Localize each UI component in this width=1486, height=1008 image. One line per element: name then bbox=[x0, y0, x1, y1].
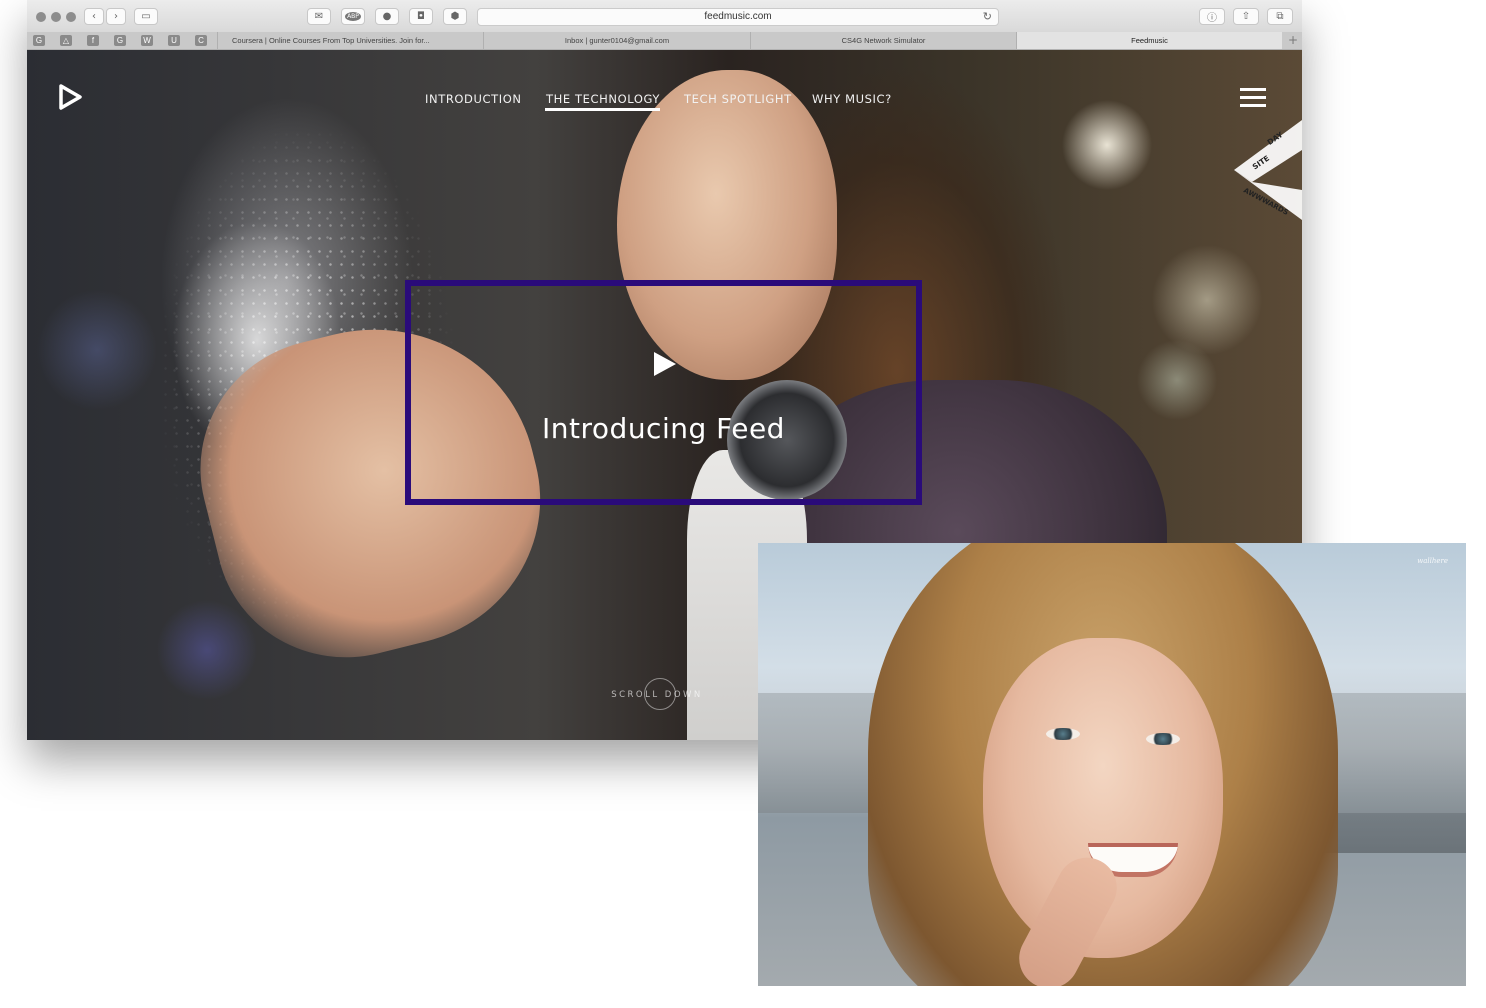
pocket-icon: ◘ bbox=[417, 11, 425, 22]
reload-icon[interactable]: ↻ bbox=[983, 10, 992, 23]
photo-watermark: wallhere bbox=[1417, 557, 1448, 565]
back-button[interactable]: ‹ bbox=[84, 8, 104, 25]
pinned-tab-c[interactable]: C bbox=[195, 35, 207, 46]
nav-why-music[interactable]: WHY MUSIC? bbox=[812, 92, 892, 106]
video-highlight-box bbox=[405, 280, 922, 505]
close-window-button[interactable] bbox=[36, 12, 46, 22]
pinned-tab-u[interactable]: U bbox=[168, 35, 180, 46]
info-button[interactable]: ⓘ bbox=[1199, 8, 1225, 25]
tab-cs4g[interactable]: CS4G Network Simulator bbox=[750, 32, 1016, 49]
pinned-tab-drive[interactable]: △ bbox=[60, 35, 72, 46]
new-tab-button[interactable]: + bbox=[1288, 32, 1298, 49]
forward-button[interactable]: › bbox=[106, 8, 126, 25]
nav-the-technology[interactable]: THE TECHNOLOGY bbox=[546, 92, 660, 106]
chevron-left-icon: ‹ bbox=[92, 11, 96, 22]
ghostery-extension-button[interactable]: ● bbox=[375, 8, 399, 25]
share-icon: ⇧ bbox=[1241, 11, 1251, 22]
tabs-overview-button[interactable]: ⧉ bbox=[1267, 8, 1293, 25]
chevron-right-icon: › bbox=[114, 11, 118, 22]
tabs-icon: ⧉ bbox=[1276, 11, 1284, 22]
pinned-tab-facebook[interactable]: f bbox=[87, 35, 99, 46]
abp-extension-button[interactable]: ABP bbox=[341, 8, 365, 25]
tab-feedmusic[interactable]: Feedmusic bbox=[1016, 32, 1282, 49]
minimize-window-button[interactable] bbox=[51, 12, 61, 22]
extension-icon: ⬢ bbox=[450, 11, 460, 22]
main-nav: INTRODUCTION THE TECHNOLOGY TECH SPOTLIG… bbox=[27, 92, 1302, 112]
pinned-tab-google[interactable]: G bbox=[33, 35, 45, 46]
awwwards-ribbon[interactable]: SITE DAY AWWWARDS bbox=[1234, 120, 1302, 220]
tab-inbox[interactable]: Inbox | gunter0104@gmail.com bbox=[483, 32, 750, 49]
browser-toolbar: ‹ › ▭ ✉ ABP ● ◘ ⬢ feedmusic.com ↻ ⓘ ⇧ ⧉ bbox=[27, 0, 1302, 33]
nav-tech-spotlight[interactable]: TECH SPOTLIGHT bbox=[684, 92, 792, 106]
pocket-extension-button[interactable]: ◘ bbox=[409, 8, 433, 25]
overlay-portrait-photo: wallhere bbox=[758, 543, 1466, 986]
extension-button[interactable]: ⬢ bbox=[443, 8, 467, 25]
tab-coursera[interactable]: Coursera | Online Courses From Top Unive… bbox=[217, 32, 483, 49]
pinned-tab-wikipedia[interactable]: W bbox=[141, 35, 153, 46]
share-button[interactable]: ⇧ bbox=[1233, 8, 1259, 25]
scroll-down-label[interactable]: SCROLL DOWN bbox=[597, 690, 717, 700]
sidebar-icon: ▭ bbox=[141, 11, 151, 22]
zoom-window-button[interactable] bbox=[66, 12, 76, 22]
nav-introduction[interactable]: INTRODUCTION bbox=[425, 92, 522, 106]
hero-title[interactable]: Introducing Feed bbox=[405, 412, 922, 445]
play-icon[interactable] bbox=[654, 352, 676, 376]
address-bar[interactable]: feedmusic.com ↻ bbox=[477, 8, 999, 26]
sidebar-button[interactable]: ▭ bbox=[134, 8, 158, 25]
url-text: feedmusic.com bbox=[704, 11, 772, 22]
photo-left-eye bbox=[1046, 728, 1080, 740]
pinned-tab-g[interactable]: G bbox=[114, 35, 126, 46]
mail-extension-button[interactable]: ✉ bbox=[307, 8, 331, 25]
abp-icon: ABP bbox=[345, 12, 361, 21]
info-icon: ⓘ bbox=[1207, 13, 1217, 24]
ghostery-icon: ● bbox=[382, 11, 392, 22]
photo-right-eye bbox=[1146, 733, 1180, 745]
active-nav-underline bbox=[545, 108, 660, 111]
tab-bar: G △ f G W U C Coursera | Online Courses … bbox=[27, 32, 1302, 50]
hamburger-menu-icon[interactable] bbox=[1240, 88, 1268, 110]
mail-icon: ✉ bbox=[314, 11, 324, 22]
